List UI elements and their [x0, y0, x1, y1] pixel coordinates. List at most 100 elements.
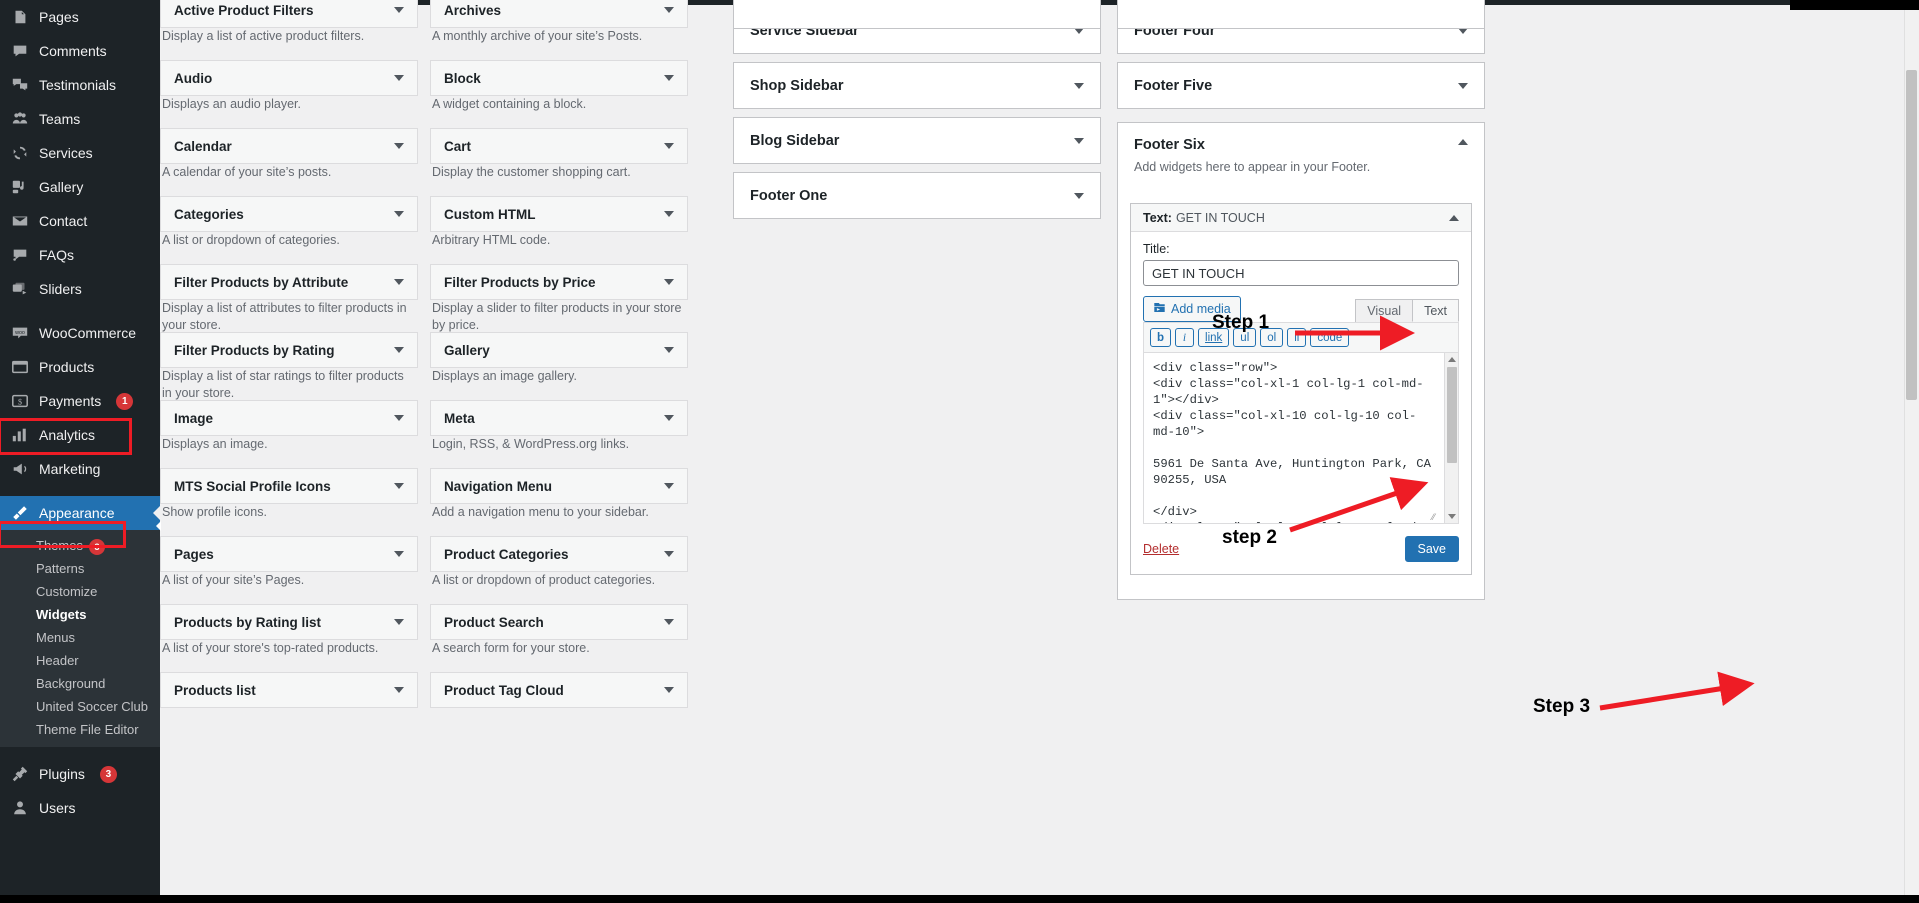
chevron-down-icon[interactable]	[394, 415, 404, 421]
appearance-submenu[interactable]: Themes 3 Patterns Customize Widgets Menus Head…	[0, 530, 160, 747]
available-widget-card[interactable]: Block	[430, 60, 688, 96]
sidebar-item-users[interactable]: Users	[0, 791, 160, 825]
chevron-down-icon[interactable]	[1458, 82, 1468, 89]
save-button[interactable]: Save	[1404, 536, 1459, 562]
chevron-down-icon[interactable]	[1074, 82, 1084, 89]
submenu-item-background[interactable]: Background	[0, 673, 160, 696]
html-code-content[interactable]: <div class="row"> <div class="col-xl-1 c…	[1144, 353, 1458, 523]
quicktag-b-button[interactable]: b	[1150, 328, 1172, 347]
quicktag-li-button[interactable]: li	[1287, 328, 1307, 347]
available-widget-card[interactable]: Gallery	[430, 332, 688, 368]
tab-text[interactable]: Text	[1412, 299, 1459, 322]
chevron-down-icon[interactable]	[394, 7, 404, 13]
available-widget-card[interactable]: Filter Products by Attribute	[160, 264, 418, 300]
chevron-down-icon[interactable]	[664, 211, 674, 217]
submenu-item-theme-file-editor[interactable]: Theme File Editor	[0, 719, 160, 742]
sidebar-item-contact[interactable]: Contact	[0, 204, 160, 238]
available-widget-card[interactable]: Pages	[160, 536, 418, 572]
chevron-down-icon[interactable]	[394, 75, 404, 81]
sidebar-item-comments[interactable]: Comments	[0, 34, 160, 68]
chevron-down-icon[interactable]	[394, 143, 404, 149]
page-scrollbar[interactable]	[1904, 0, 1919, 903]
available-widget-card[interactable]: MTS Social Profile Icons	[160, 468, 418, 504]
tab-visual[interactable]: Visual	[1355, 299, 1414, 322]
chevron-down-icon[interactable]	[664, 687, 674, 693]
quicktags-toolbar[interactable]: b i link ul ol li code	[1143, 322, 1459, 352]
available-widget-card[interactable]: Filter Products by Rating	[160, 332, 418, 368]
chevron-down-icon[interactable]	[394, 211, 404, 217]
chevron-down-icon[interactable]	[664, 551, 674, 557]
available-widget-card[interactable]: Audio	[160, 60, 418, 96]
submenu-item-united-soccer-club[interactable]: United Soccer Club	[0, 696, 160, 719]
scroll-up-icon[interactable]	[1448, 357, 1456, 362]
chevron-down-icon[interactable]	[394, 687, 404, 693]
chevron-down-icon[interactable]	[664, 483, 674, 489]
sidebar-area-card[interactable]	[1117, 0, 1485, 29]
available-widget-card[interactable]: Product Tag Cloud	[430, 672, 688, 708]
text-widget[interactable]: Text: GET IN TOUCH Title: Add media	[1130, 203, 1472, 575]
title-input[interactable]	[1143, 260, 1459, 286]
submenu-item-patterns[interactable]: Patterns	[0, 558, 160, 581]
chevron-down-icon[interactable]	[664, 347, 674, 353]
delete-link[interactable]: Delete	[1143, 542, 1179, 556]
chevron-down-icon[interactable]	[664, 143, 674, 149]
editor-scrollbar[interactable]	[1444, 353, 1458, 523]
collapse-menu-arrow[interactable]	[152, 519, 166, 533]
available-widget-card[interactable]: Product Categories	[430, 536, 688, 572]
submenu-item-widgets[interactable]: Widgets	[0, 604, 160, 627]
sidebar-item-payments[interactable]: $ Payments 1	[0, 384, 160, 418]
quicktag-i-button[interactable]: i	[1175, 328, 1195, 347]
available-widget-card[interactable]: Navigation Menu	[430, 468, 688, 504]
chevron-down-icon[interactable]	[664, 415, 674, 421]
sidebar-area-card[interactable]: Shop Sidebar	[733, 62, 1101, 109]
sidebar-item-teams[interactable]: Teams	[0, 102, 160, 136]
available-widget-card[interactable]: Products by Rating list	[160, 604, 418, 640]
scrollbar-thumb[interactable]	[1447, 367, 1457, 463]
chevron-down-icon[interactable]	[394, 619, 404, 625]
sidebar-area-card[interactable]	[733, 0, 1101, 29]
submenu-item-themes[interactable]: Themes 3	[0, 535, 160, 558]
available-widget-card[interactable]: Cart	[430, 128, 688, 164]
available-widget-card[interactable]: Active Product Filters	[160, 0, 418, 28]
chevron-down-icon[interactable]	[664, 75, 674, 81]
sidebar-item-plugins[interactable]: Plugins 3	[0, 757, 160, 791]
available-widget-card[interactable]: Meta	[430, 400, 688, 436]
chevron-down-icon[interactable]	[1074, 137, 1084, 144]
admin-sidebar[interactable]: Pages Comments Testimonials Teams Services Ga…	[0, 0, 160, 903]
sidebar-area-footer-six[interactable]: Footer Six Add widgets here to appear in…	[1117, 122, 1485, 600]
resize-handle[interactable]: ⁄⁄	[1432, 512, 1442, 522]
sidebar-item-services[interactable]: Services	[0, 136, 160, 170]
quicktag-code-button[interactable]: code	[1310, 328, 1350, 347]
sidebar-item-analytics[interactable]: Analytics	[0, 418, 160, 452]
chevron-down-icon[interactable]	[394, 551, 404, 557]
sidebar-area-card[interactable]: Blog Sidebar	[733, 117, 1101, 164]
available-widget-card[interactable]: Archives	[430, 0, 688, 28]
available-widget-card[interactable]: Custom HTML	[430, 196, 688, 232]
sidebar-item-sliders[interactable]: Sliders	[0, 272, 160, 306]
html-code-editor[interactable]: <div class="row"> <div class="col-xl-1 c…	[1143, 352, 1459, 524]
available-widget-card[interactable]: Product Search	[430, 604, 688, 640]
available-widget-card[interactable]: Categories	[160, 196, 418, 232]
chevron-down-icon[interactable]	[664, 619, 674, 625]
sidebar-item-pages[interactable]: Pages	[0, 0, 160, 34]
available-widget-card[interactable]: Products list	[160, 672, 418, 708]
chevron-down-icon[interactable]	[1074, 192, 1084, 199]
available-widget-card[interactable]: Calendar	[160, 128, 418, 164]
chevron-up-icon[interactable]	[1449, 215, 1459, 221]
sidebar-item-faqs[interactable]: FAQs	[0, 238, 160, 272]
sidebar-item-appearance[interactable]: Appearance	[0, 496, 160, 530]
submenu-item-menus[interactable]: Menus	[0, 627, 160, 650]
sidebar-area-card[interactable]: Footer One	[733, 172, 1101, 219]
sidebar-area-card[interactable]: Footer Five	[1117, 62, 1485, 109]
sidebar-item-products[interactable]: Products	[0, 350, 160, 384]
available-widget-card[interactable]: Image	[160, 400, 418, 436]
sidebar-item-gallery[interactable]: Gallery	[0, 170, 160, 204]
sidebar-item-woocommerce[interactable]: woo WooCommerce	[0, 316, 160, 350]
sidebar-item-testimonials[interactable]: Testimonials	[0, 68, 160, 102]
sidebar-item-marketing[interactable]: Marketing	[0, 452, 160, 486]
submenu-item-customize[interactable]: Customize	[0, 581, 160, 604]
text-widget-header[interactable]: Text: GET IN TOUCH	[1131, 204, 1471, 232]
chevron-down-icon[interactable]	[664, 7, 674, 13]
chevron-up-icon[interactable]	[1458, 139, 1468, 145]
chevron-down-icon[interactable]	[664, 279, 674, 285]
